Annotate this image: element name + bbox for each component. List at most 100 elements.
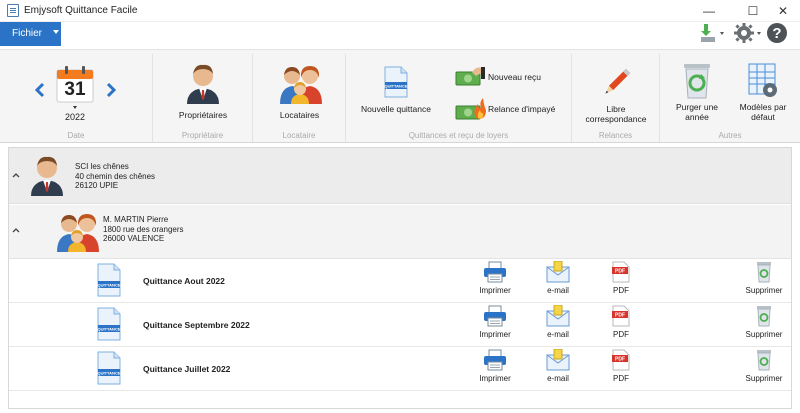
printer-icon xyxy=(484,349,506,371)
recycle-bin-icon xyxy=(757,306,771,327)
relance-impaye-button[interactable]: Relance d'impayé xyxy=(454,96,566,122)
proprietaires-button[interactable]: Propriétaires xyxy=(153,60,253,120)
delete-button[interactable]: Supprimer xyxy=(743,349,785,383)
recycle-bin-icon xyxy=(684,64,710,99)
libre-correspondance-label: Libre correspondance xyxy=(585,104,647,124)
year-label[interactable]: 2022 xyxy=(55,112,95,122)
template-settings-icon xyxy=(748,63,777,97)
quittance-document-icon: QUITTANCE xyxy=(97,263,121,297)
pdf-badge: PDF xyxy=(615,357,625,363)
fichier-label: Fichier xyxy=(12,28,43,39)
printer-icon xyxy=(484,261,506,283)
email-envelope-icon xyxy=(546,260,570,283)
settings-gear-icon[interactable] xyxy=(733,22,761,44)
quittances-tree: SCI les chênes 40 chemin des chênes 2612… xyxy=(8,147,792,409)
money-fire-icon xyxy=(455,98,486,120)
pdf-badge: PDF xyxy=(615,269,625,275)
pencil-icon xyxy=(605,68,631,94)
pdf-button[interactable]: PDF PDF xyxy=(600,305,642,339)
date-group: 31 2022 Date xyxy=(0,54,153,142)
libre-correspondance-button[interactable]: Libre correspondance xyxy=(572,66,660,124)
ribbon: 31 2022 Date Propriétaires Propriétaire xyxy=(0,49,800,143)
calendar-icon[interactable]: 31 xyxy=(55,64,95,104)
purger-annee-label: Purger une année xyxy=(675,102,719,122)
email-label: e-mail xyxy=(547,374,569,383)
next-year-arrow-icon[interactable] xyxy=(106,82,117,100)
quittances-group: QUITTANCE Nouvelle quittance Nouveau reç… xyxy=(346,54,572,142)
print-button[interactable]: Imprimer xyxy=(474,305,516,339)
owner-row[interactable]: SCI les chênes 40 chemin des chênes 2612… xyxy=(9,148,791,204)
tenant-avatar-icon xyxy=(57,214,99,252)
print-label: Imprimer xyxy=(479,374,511,383)
modeles-defaut-button[interactable]: Modèles par défaut xyxy=(732,60,794,122)
maximize-button[interactable]: ☐ xyxy=(738,0,768,22)
owner-city: 26120 UPIE xyxy=(75,181,119,190)
title-bar: Emjysoft Quittance Facile — ☐ ✕ xyxy=(0,0,800,22)
locataires-label: Locataires xyxy=(279,110,320,120)
delete-label: Supprimer xyxy=(745,286,783,295)
table-row[interactable]: QUITTANCE Quittance Juillet 2022 Imprime… xyxy=(9,347,791,391)
quittance-document-icon: QUITTANCE xyxy=(97,307,121,341)
receipt-title: Quittance Juillet 2022 xyxy=(143,364,231,374)
doc-badge: QUITTANCE xyxy=(97,327,120,332)
receipt-title: Quittance Septembre 2022 xyxy=(143,320,250,330)
print-button[interactable]: Imprimer xyxy=(474,349,516,383)
download-icon[interactable] xyxy=(700,22,726,44)
tenant-city: 26000 VALENCE xyxy=(103,234,165,243)
doc-badge: QUITTANCE xyxy=(97,283,120,288)
nouvelle-quittance-label: Nouvelle quittance xyxy=(361,104,431,114)
collapse-chevron-icon[interactable] xyxy=(12,225,22,235)
pdf-file-icon: PDF xyxy=(612,305,630,327)
table-row[interactable]: QUITTANCE Quittance Septembre 2022 Impri… xyxy=(9,303,791,347)
pdf-file-icon: PDF xyxy=(612,349,630,371)
pdf-button[interactable]: PDF PDF xyxy=(600,349,642,383)
email-envelope-icon xyxy=(546,348,570,371)
doc-badge: QUITTANCE xyxy=(97,371,120,376)
receipt-title: Quittance Aout 2022 xyxy=(143,276,225,286)
nouveau-recu-label: Nouveau reçu xyxy=(488,72,541,82)
autres-group-label: Autres xyxy=(718,131,742,140)
pdf-label: PDF xyxy=(613,286,629,295)
email-button[interactable]: e-mail xyxy=(537,348,579,383)
tenant-name: M. MARTIN Pierre xyxy=(103,215,169,224)
previous-year-arrow-icon[interactable] xyxy=(34,82,45,100)
email-button[interactable]: e-mail xyxy=(537,304,579,339)
pdf-button[interactable]: PDF PDF xyxy=(600,261,642,295)
email-label: e-mail xyxy=(547,330,569,339)
email-label: e-mail xyxy=(547,286,569,295)
fichier-menu-button[interactable]: Fichier xyxy=(0,22,61,46)
print-label: Imprimer xyxy=(479,286,511,295)
print-button[interactable]: Imprimer xyxy=(474,261,516,295)
nouveau-recu-button[interactable]: Nouveau reçu xyxy=(454,66,566,88)
calendar-day: 31 xyxy=(64,79,86,100)
window-title: Emjysoft Quittance Facile xyxy=(24,5,138,16)
year-dropdown-caret-icon[interactable] xyxy=(73,106,77,109)
locataires-button[interactable]: Locataires xyxy=(253,62,346,120)
modeles-defaut-label: Modèles par défaut xyxy=(739,102,787,122)
nouvelle-quittance-button[interactable]: QUITTANCE Nouvelle quittance xyxy=(356,66,436,114)
table-row[interactable]: QUITTANCE Quittance Aout 2022 Imprimer e… xyxy=(9,259,791,303)
close-button[interactable]: ✕ xyxy=(768,0,798,22)
tenant-row[interactable]: M. MARTIN Pierre 1800 rue des orangers 2… xyxy=(9,205,791,259)
print-label: Imprimer xyxy=(479,330,511,339)
delete-button[interactable]: Supprimer xyxy=(743,261,785,295)
pdf-label: PDF xyxy=(613,374,629,383)
svg-text:?: ? xyxy=(772,25,781,42)
minimize-button[interactable]: — xyxy=(694,0,724,22)
delete-button[interactable]: Supprimer xyxy=(743,305,785,339)
tenant-address: 1800 rue des orangers xyxy=(103,224,184,234)
email-button[interactable]: e-mail xyxy=(537,260,579,295)
help-icon[interactable]: ? xyxy=(766,22,790,44)
chevron-down-icon xyxy=(53,30,59,34)
recycle-bin-icon xyxy=(757,262,771,283)
date-group-label: Date xyxy=(67,131,85,140)
quittances-group-label: Quittances et reçu de loyers xyxy=(408,131,509,140)
collapse-chevron-icon[interactable] xyxy=(12,170,22,180)
purger-annee-button[interactable]: Purger une année xyxy=(668,60,726,122)
money-receipt-icon xyxy=(455,67,485,86)
quittance-document-icon: QUITTANCE xyxy=(384,66,408,98)
relances-group: Libre correspondance Relances xyxy=(572,54,660,142)
locataire-group: Locataires Locataire xyxy=(253,54,346,142)
delete-label: Supprimer xyxy=(745,374,783,383)
locataire-group-label: Locataire xyxy=(282,131,316,140)
